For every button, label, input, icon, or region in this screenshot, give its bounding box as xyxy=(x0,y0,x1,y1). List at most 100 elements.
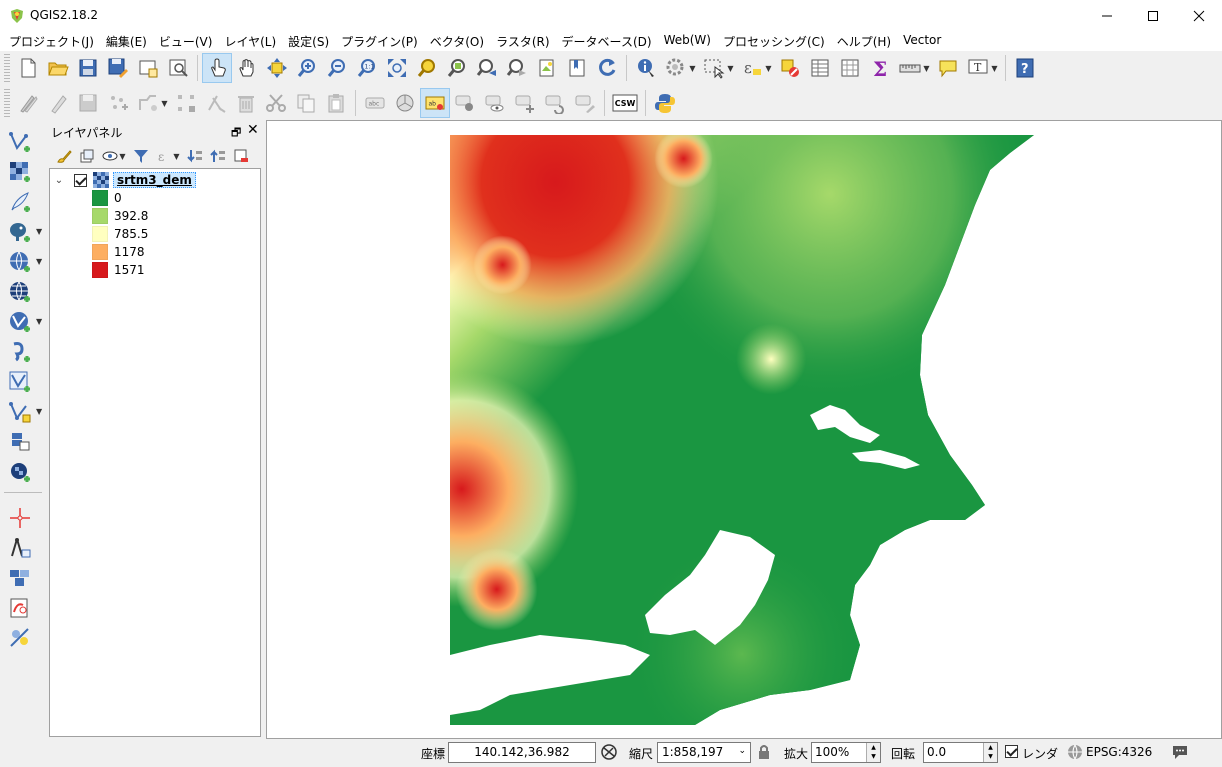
highlight-pinned-labels-button[interactable]: ab xyxy=(420,88,450,118)
menu-layer[interactable]: レイヤ(L) xyxy=(218,31,282,51)
zoom-full-button[interactable] xyxy=(382,53,412,83)
menu-project[interactable]: プロジェクト(J) xyxy=(3,31,100,51)
composer-manager-button[interactable] xyxy=(163,53,193,83)
add-postgis-layer-button[interactable] xyxy=(5,218,35,246)
menu-edit[interactable]: 編集(E) xyxy=(100,31,153,51)
toggle-editing-button[interactable] xyxy=(43,88,73,118)
csw-button[interactable]: CSW xyxy=(609,88,641,118)
add-spatialite-layer-button[interactable] xyxy=(5,338,35,366)
save-edits-button[interactable] xyxy=(73,88,103,118)
zoom-last-button[interactable] xyxy=(472,53,502,83)
magnifier-spinbox[interactable]: 100% ▲ ▼ xyxy=(811,742,881,763)
add-feature-button[interactable] xyxy=(103,88,133,118)
menu-vector[interactable]: ベクタ(O) xyxy=(424,31,490,51)
georeferencer-button[interactable] xyxy=(5,504,35,532)
menu-vector-plugin[interactable]: Vector xyxy=(897,31,947,51)
visibility-dropdown-arrow[interactable]: ▼ xyxy=(118,145,127,167)
bookmarks-button[interactable] xyxy=(562,53,592,83)
wfs-dropdown-arrow[interactable]: ▼ xyxy=(36,317,42,326)
float-panel-icon[interactable]: 🗗 xyxy=(231,124,241,143)
add-vector-layer-button[interactable] xyxy=(5,128,35,156)
layer-visibility-checkbox[interactable] xyxy=(74,173,87,187)
new-map-view-button[interactable] xyxy=(532,53,562,83)
toolbar-grip[interactable] xyxy=(4,89,10,117)
rotate-label-button[interactable] xyxy=(540,88,570,118)
paste-features-button[interactable] xyxy=(321,88,351,118)
refresh-button[interactable] xyxy=(592,53,622,83)
zoom-to-selection-button[interactable] xyxy=(412,53,442,83)
spin-arrows-icon[interactable]: ▲ ▼ xyxy=(866,743,880,762)
add-wfs-layer-button[interactable] xyxy=(5,308,35,336)
new-print-composer-button[interactable] xyxy=(133,53,163,83)
add-virtual-layer-button[interactable] xyxy=(5,368,35,396)
close-panel-icon[interactable]: ✕ xyxy=(247,122,259,138)
add-group-button[interactable] xyxy=(75,145,98,167)
pan-to-selection-button[interactable] xyxy=(262,53,292,83)
new-layer-dropdown-arrow[interactable]: ▼ xyxy=(36,407,42,416)
crs-globe-icon[interactable] xyxy=(1066,743,1084,761)
text-annotation-button[interactable]: T xyxy=(963,53,993,83)
move-feature-dropdown-arrow[interactable]: ▼ xyxy=(160,88,169,118)
pin-labels-button[interactable] xyxy=(450,88,480,118)
coordinate-capture-button[interactable] xyxy=(5,534,35,562)
coordinate-toggle-icon[interactable] xyxy=(600,743,618,761)
new-shapefile-layer-button[interactable] xyxy=(5,398,35,426)
field-calculator-button[interactable] xyxy=(835,53,865,83)
expand-all-button[interactable] xyxy=(183,145,206,167)
coordinate-field[interactable]: 140.142,36.982 xyxy=(448,742,596,763)
select-dropdown-arrow[interactable]: ▼ xyxy=(726,53,735,83)
map-canvas[interactable] xyxy=(266,120,1222,739)
pan-map-button[interactable] xyxy=(232,53,262,83)
zoom-to-layer-button[interactable] xyxy=(442,53,472,83)
action-dropdown-arrow[interactable]: ▼ xyxy=(688,53,697,83)
spatial-query-button[interactable] xyxy=(5,624,35,652)
menu-plugins[interactable]: プラグイン(P) xyxy=(335,31,424,51)
layer-name[interactable]: srtm3_dem xyxy=(113,172,196,188)
menu-raster[interactable]: ラスタ(R) xyxy=(490,31,555,51)
layer-styling-button[interactable] xyxy=(52,145,75,167)
zoom-in-button[interactable] xyxy=(292,53,322,83)
message-log-icon[interactable] xyxy=(1171,743,1189,761)
menu-web[interactable]: Web(W) xyxy=(658,31,717,51)
node-tool-button[interactable] xyxy=(171,88,201,118)
move-label-button[interactable] xyxy=(510,88,540,118)
lock-icon[interactable] xyxy=(755,743,773,761)
collapse-all-button[interactable] xyxy=(206,145,229,167)
add-oracle-layer-button[interactable] xyxy=(5,458,35,486)
collapse-layer-icon[interactable]: ⌄ xyxy=(52,175,66,186)
menu-database[interactable]: データベース(D) xyxy=(556,31,658,51)
close-button[interactable] xyxy=(1176,0,1222,31)
add-wcs-layer-button[interactable] xyxy=(5,278,35,306)
open-project-button[interactable] xyxy=(43,53,73,83)
new-project-button[interactable] xyxy=(13,53,43,83)
menu-processing[interactable]: プロセッシング(C) xyxy=(717,31,831,51)
layer-labeling-button[interactable]: abc xyxy=(360,88,390,118)
expression-dropdown-arrow[interactable]: ▼ xyxy=(764,53,773,83)
map-tips-button[interactable] xyxy=(933,53,963,83)
zoom-next-button[interactable] xyxy=(502,53,532,83)
change-label-button[interactable] xyxy=(570,88,600,118)
spin-arrows-icon[interactable]: ▲ ▼ xyxy=(983,743,997,762)
crs-label[interactable]: EPSG:4326 xyxy=(1086,745,1152,759)
save-project-button[interactable] xyxy=(73,53,103,83)
delete-selected-button[interactable] xyxy=(201,88,231,118)
select-features-button[interactable] xyxy=(699,53,729,83)
menu-view[interactable]: ビュー(V) xyxy=(153,31,219,51)
add-raster-layer-button[interactable] xyxy=(5,158,35,186)
rotation-spinbox[interactable]: 0.0 ▲ ▼ xyxy=(923,742,998,763)
help-button[interactable]: ? xyxy=(1010,53,1040,83)
layer-item-srtm3-dem[interactable]: ⌄ srtm3_dem xyxy=(52,171,259,189)
zoom-out-button[interactable] xyxy=(322,53,352,83)
select-by-expression-button[interactable]: ε xyxy=(737,53,767,83)
connect-database-button[interactable] xyxy=(5,564,35,592)
minimize-button[interactable] xyxy=(1084,0,1130,31)
scale-combobox[interactable]: 1:858,197 ⌄ xyxy=(657,742,751,763)
measure-button[interactable] xyxy=(895,53,925,83)
copy-features-button[interactable] xyxy=(291,88,321,118)
diagram-button[interactable] xyxy=(390,88,420,118)
add-db2-layer-button[interactable] xyxy=(5,428,35,456)
attribute-table-button[interactable] xyxy=(805,53,835,83)
add-delimited-text-layer-button[interactable] xyxy=(5,188,35,216)
remove-layer-button[interactable] xyxy=(229,145,252,167)
action-button[interactable] xyxy=(661,53,691,83)
